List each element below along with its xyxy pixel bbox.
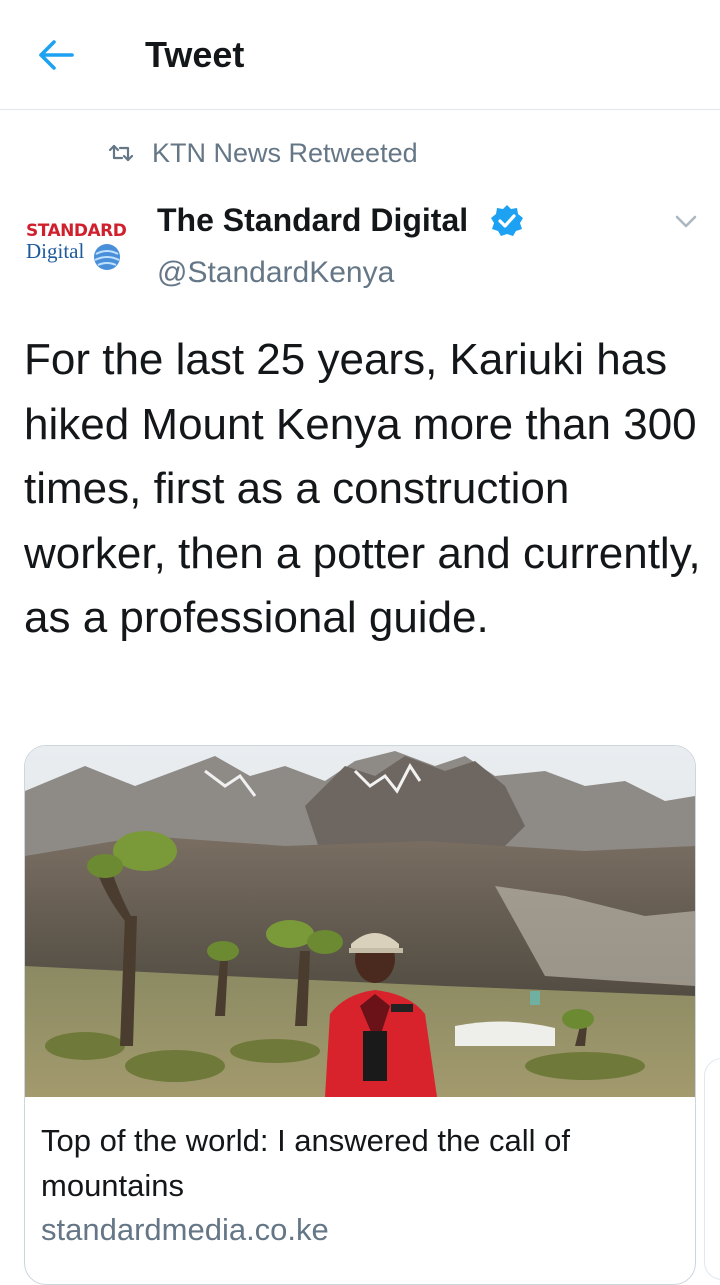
page-title: Tweet [145,34,245,75]
tweet-text: For the last 25 years, Kariuki has hiked… [24,335,701,642]
author-handle[interactable]: @StandardKenya [157,256,394,290]
retweet-context[interactable]: KTN News Retweeted [108,136,418,170]
avatar-brand-line2: Digital [26,239,85,263]
verified-badge-icon [491,205,523,236]
edge-panel-handle[interactable] [704,1058,720,1280]
card-image [25,746,695,1097]
top-bar: Tweet [0,0,720,110]
card-title: Top of the world: I answered the call of… [41,1123,571,1203]
card-domain: standardmedia.co.ke [41,1212,329,1247]
globe-logo-icon [94,244,120,270]
link-card[interactable]: Top of the world: I answered the call of… [24,745,696,1285]
retweet-icon [108,144,134,162]
back-arrow-icon[interactable] [34,36,78,74]
avatar-brand-line1: STANDARD [26,221,127,241]
retweet-label: KTN News Retweeted [152,137,418,168]
chevron-down-icon[interactable] [672,212,700,232]
avatar[interactable]: STANDARD Digital [22,204,132,288]
author-name[interactable]: The Standard Digital [157,202,468,239]
